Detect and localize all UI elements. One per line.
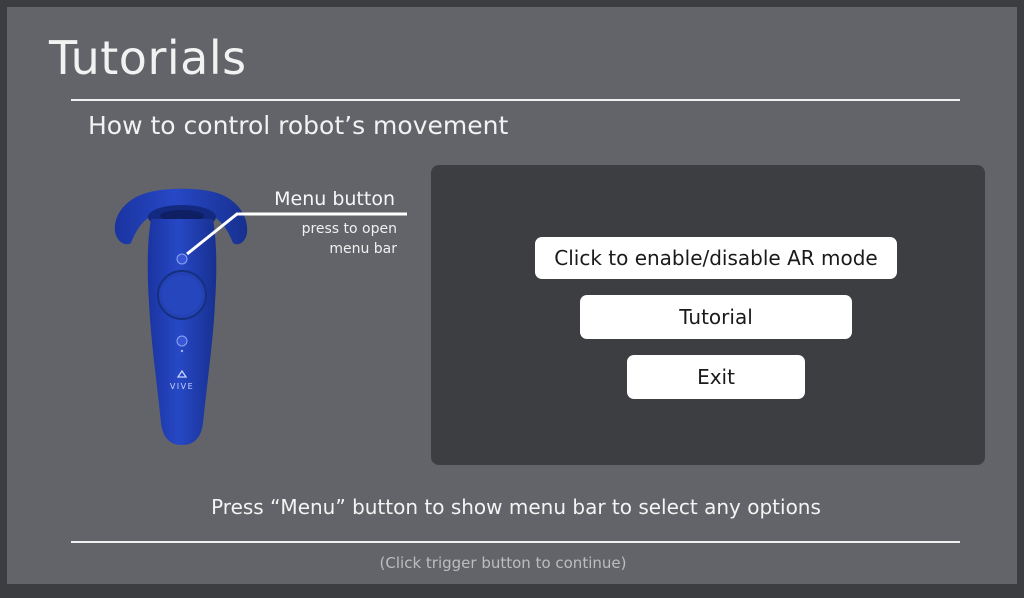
- exit-button[interactable]: Exit: [627, 355, 805, 399]
- menu-button-label: Menu button: [274, 188, 395, 210]
- continue-hint: (Click trigger button to continue): [379, 554, 627, 572]
- vive-controller-icon: VIVE: [114, 188, 248, 445]
- menu-desc-line-1: press to open: [301, 221, 397, 237]
- page-subtitle: How to control robot’s movement: [88, 111, 509, 140]
- menu-bar-panel: Click to enable/disable AR mode Tutorial…: [431, 165, 985, 465]
- menu-button-description: press to open menu bar: [257, 219, 397, 259]
- tutorial-window: Tutorials How to control robot’s movemen…: [0, 0, 1024, 591]
- top-divider: [71, 99, 960, 101]
- page-title: Tutorials: [49, 31, 247, 85]
- vive-brand-text: VIVE: [170, 382, 194, 391]
- tutorial-button[interactable]: Tutorial: [580, 295, 852, 339]
- bottom-divider: [71, 541, 960, 543]
- menu-desc-line-2: menu bar: [329, 241, 397, 257]
- instruction-text: Press “Menu” button to show menu bar to …: [211, 495, 821, 519]
- ar-mode-toggle-button[interactable]: Click to enable/disable AR mode: [535, 237, 897, 279]
